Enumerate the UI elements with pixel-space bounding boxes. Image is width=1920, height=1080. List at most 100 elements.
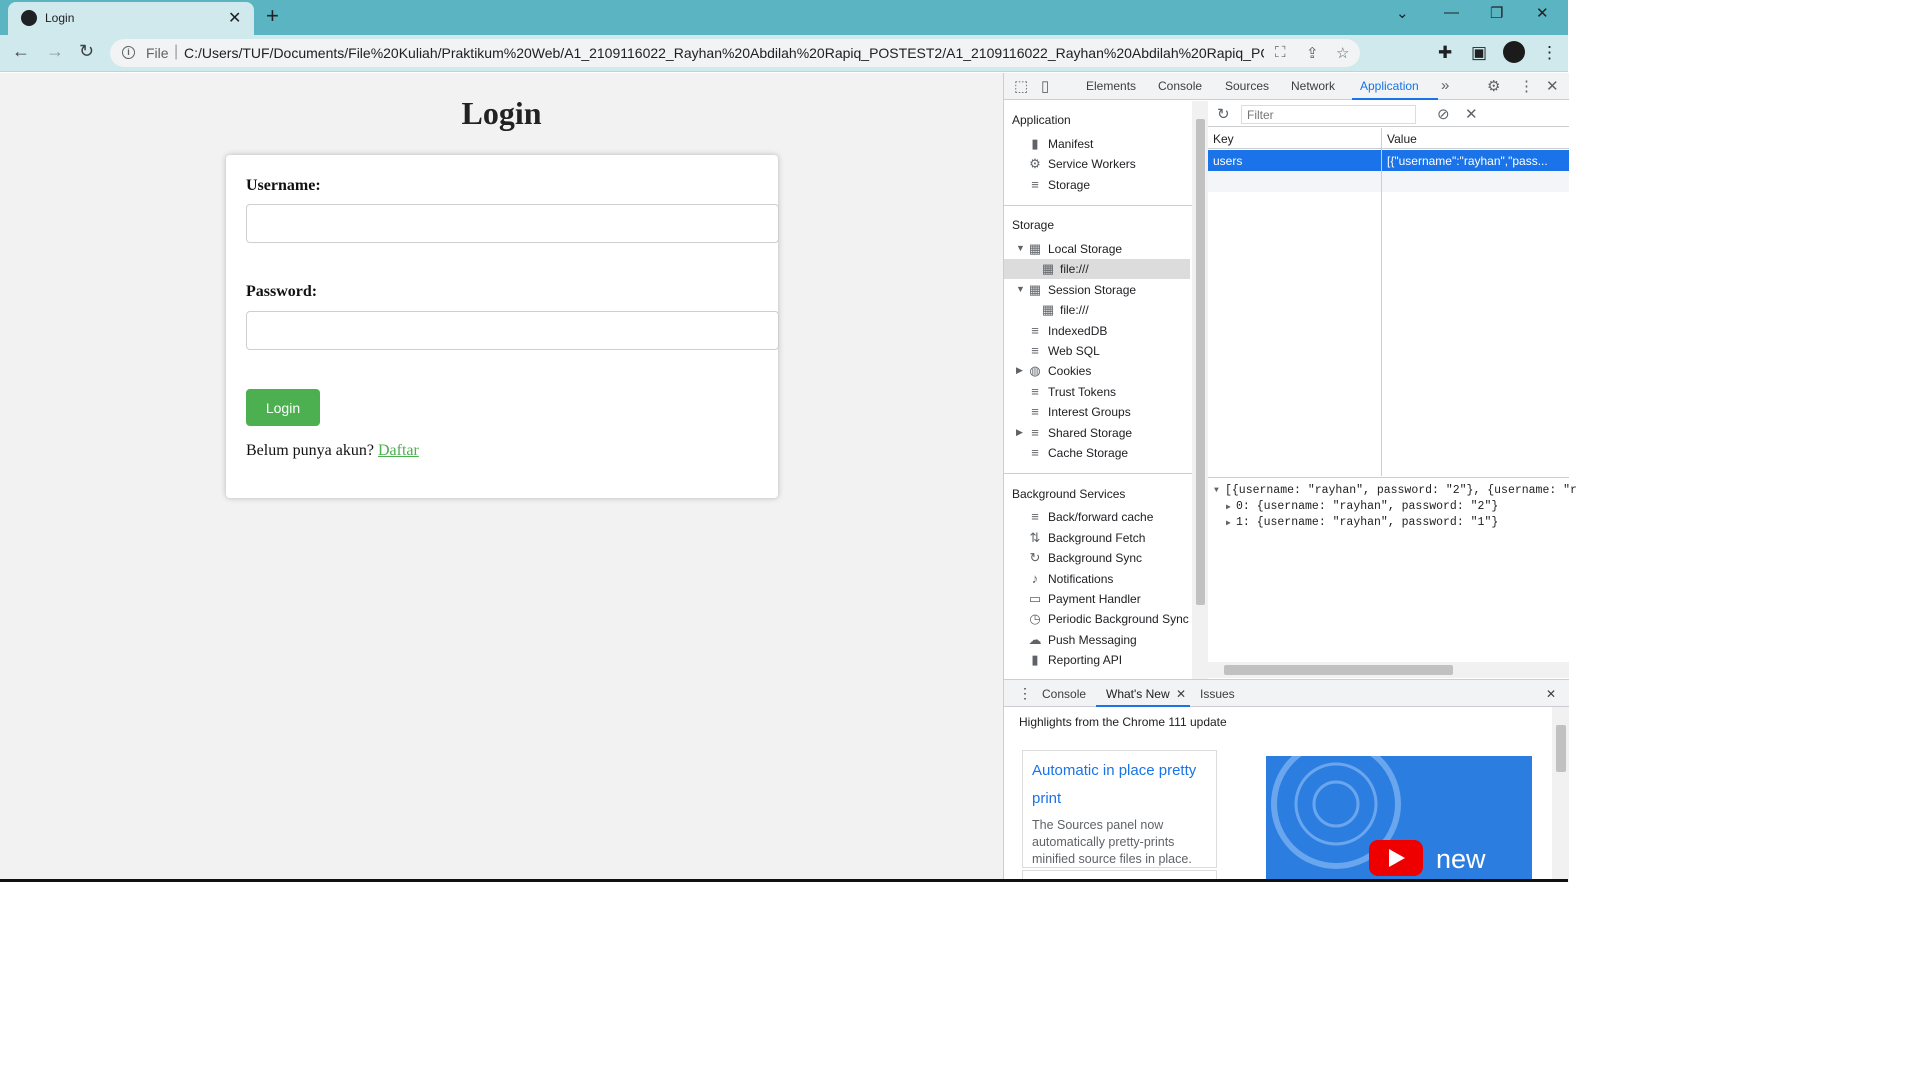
restore-icon[interactable]: ❐ (1490, 4, 1503, 22)
signup-prompt-text: Belum punya akun? (246, 442, 374, 459)
drawer-tab-whats-new[interactable]: What's New (1106, 687, 1170, 701)
table-row[interactable]: users [{"username":"rayhan","pass... (1208, 150, 1569, 171)
collapsed-triangle-icon[interactable]: ▶ (1226, 518, 1231, 528)
clear-all-icon[interactable]: ⊘ (1437, 105, 1450, 123)
video-thumbnail[interactable]: new (1266, 756, 1532, 882)
sidebar-item-local-storage-file[interactable]: ▦ file:/// (1004, 259, 1190, 279)
collapsed-triangle-icon[interactable]: ▶ (1016, 427, 1023, 438)
more-tabs-chevron-icon[interactable]: » (1441, 77, 1449, 94)
address-bar[interactable]: i File | C:/Users/TUF/Documents/File%20K… (110, 39, 1360, 67)
scrollbar-thumb[interactable] (1196, 119, 1205, 605)
sidebar-item-label: Background Fetch (1048, 531, 1146, 545)
sidebar-item-background-fetch[interactable]: ⇅ Background Fetch (1004, 528, 1190, 548)
browser-tab[interactable]: Login ✕ (8, 2, 254, 35)
close-drawer-icon[interactable]: ✕ (1546, 687, 1556, 701)
tab-console[interactable]: Console (1158, 79, 1202, 93)
sidebar-item-manifest[interactable]: ▮ Manifest (1004, 134, 1190, 154)
password-input[interactable] (246, 311, 779, 350)
info-icon[interactable]: i (122, 46, 135, 59)
close-devtools-icon[interactable]: ✕ (1546, 77, 1559, 95)
settings-gear-icon[interactable]: ⚙ (1487, 77, 1500, 95)
login-button[interactable]: Login (246, 389, 320, 426)
sidebar-item-storage[interactable]: ≡ Storage (1004, 175, 1190, 195)
refresh-icon[interactable]: ↻ (1217, 105, 1230, 123)
signup-link[interactable]: Daftar (378, 442, 419, 459)
row-key-cell[interactable]: users (1213, 154, 1242, 168)
inspect-element-icon[interactable]: ⬚ (1014, 77, 1028, 95)
sidebar-item-label: Trust Tokens (1048, 385, 1117, 399)
database-icon: ≡ (1031, 384, 1039, 399)
expanded-triangle-icon[interactable]: ▼ (1214, 486, 1219, 495)
close-tab-icon[interactable]: ✕ (228, 8, 241, 28)
username-input[interactable] (246, 204, 779, 243)
drawer-tab-issues[interactable]: Issues (1200, 687, 1235, 701)
filter-input[interactable] (1241, 105, 1416, 124)
feature-card-title[interactable]: Automatic in place pretty print (1032, 757, 1212, 813)
window-close-icon[interactable]: ✕ (1536, 4, 1549, 22)
drawer-scrollbar[interactable] (1552, 707, 1569, 882)
expanded-triangle-icon[interactable]: ▼ (1016, 284, 1025, 294)
side-panel-icon[interactable]: ▣ (1471, 43, 1487, 63)
database-icon: ≡ (1031, 425, 1039, 440)
back-arrow-icon[interactable]: ← (12, 41, 30, 62)
sidebar-item-cookies[interactable]: ▶ ◍ Cookies (1004, 361, 1190, 381)
bookmark-star-icon[interactable]: ☆ (1336, 44, 1349, 62)
devtools-menu-kebab-icon[interactable]: ⋮ (1519, 77, 1534, 95)
sidebar-item-shared-storage[interactable]: ▶ ≡ Shared Storage (1004, 423, 1190, 443)
scrollbar-thumb[interactable] (1224, 665, 1453, 675)
delete-selected-icon[interactable]: ✕ (1465, 105, 1478, 123)
tab-application[interactable]: Application (1360, 79, 1419, 93)
minimize-icon[interactable]: — (1444, 4, 1459, 21)
youtube-play-button[interactable] (1369, 840, 1423, 876)
reload-icon[interactable]: ↻ (79, 41, 94, 62)
sidebar-item-periodic-background-sync[interactable]: ◷ Periodic Background Sync (1004, 609, 1190, 629)
feature-card[interactable]: Automatic in place pretty print The Sour… (1022, 750, 1217, 868)
divider: | (174, 43, 179, 60)
menu-kebab-icon[interactable]: ⋮ (1541, 43, 1558, 63)
tab-elements[interactable]: Elements (1086, 79, 1136, 93)
expanded-triangle-icon[interactable]: ▼ (1016, 243, 1025, 253)
url-text[interactable]: C:/Users/TUF/Documents/File%20Kuliah/Pra… (184, 45, 1264, 61)
scrollbar-thumb[interactable] (1556, 725, 1566, 772)
sidebar-item-back-forward-cache[interactable]: ≡ Back/forward cache (1004, 507, 1190, 527)
tab-search-chevron-icon[interactable]: ⌄ (1396, 4, 1409, 22)
drawer-menu-kebab-icon[interactable]: ⋮ (1018, 685, 1032, 702)
row-value-cell[interactable]: [{"username":"rayhan","pass... (1387, 154, 1548, 168)
tab-sources[interactable]: Sources (1225, 79, 1269, 93)
new-tab-icon[interactable]: + (266, 3, 279, 29)
share-icon[interactable]: ⇪ (1306, 44, 1319, 62)
section-application: Application (1012, 113, 1071, 127)
up-down-arrows-icon: ⇅ (1029, 530, 1041, 545)
extensions-puzzle-icon[interactable]: ✚ (1438, 43, 1452, 63)
sidebar-item-label: Cache Storage (1048, 446, 1129, 460)
sidebar-item-interest-groups[interactable]: ≡ Interest Groups (1004, 402, 1190, 422)
horizontal-scrollbar[interactable] (1208, 662, 1569, 678)
sidebar-item-label: Manifest (1048, 137, 1094, 151)
sidebar-item-cache-storage[interactable]: ≡ Cache Storage (1004, 443, 1190, 463)
sidebar-item-service-workers[interactable]: ⚙ Service Workers (1004, 154, 1190, 174)
collapsed-triangle-icon[interactable]: ▶ (1226, 502, 1231, 512)
drawer-tab-console[interactable]: Console (1042, 687, 1086, 701)
column-header-value[interactable]: Value (1387, 132, 1417, 146)
sidebar-item-session-storage[interactable]: ▼ ▦ Session Storage (1004, 280, 1190, 300)
sidebar-item-notifications[interactable]: ♪ Notifications (1004, 569, 1190, 589)
profile-avatar[interactable] (1503, 41, 1525, 63)
collapsed-triangle-icon[interactable]: ▶ (1016, 365, 1023, 376)
sidebar-item-push-messaging[interactable]: ☁ Push Messaging (1004, 630, 1190, 650)
sidebar-item-payment-handler[interactable]: ▭ Payment Handler (1004, 589, 1190, 609)
forward-arrow-icon[interactable]: → (46, 41, 64, 62)
column-divider (1381, 128, 1382, 476)
close-whats-new-icon[interactable]: ✕ (1176, 687, 1186, 701)
sidebar-item-background-sync[interactable]: ↻ Background Sync (1004, 548, 1190, 568)
sidebar-item-reporting-api[interactable]: ▮ Reporting API (1004, 650, 1190, 670)
sidebar-item-session-storage-file[interactable]: ▦ file:/// (1004, 300, 1190, 320)
device-toolbar-icon[interactable]: ▯ (1041, 77, 1049, 95)
column-header-key[interactable]: Key (1213, 132, 1234, 146)
tab-network[interactable]: Network (1291, 79, 1335, 93)
sidebar-item-local-storage[interactable]: ▼ ▦ Local Storage (1004, 239, 1190, 259)
sidebar-item-indexeddb[interactable]: ≡ IndexedDB (1004, 321, 1190, 341)
sidebar-scrollbar[interactable] (1192, 101, 1208, 679)
sidebar-item-trust-tokens[interactable]: ≡ Trust Tokens (1004, 382, 1190, 402)
translate-icon[interactable]: ⛶ (1275, 44, 1286, 61)
sidebar-item-web-sql[interactable]: ≡ Web SQL (1004, 341, 1190, 361)
